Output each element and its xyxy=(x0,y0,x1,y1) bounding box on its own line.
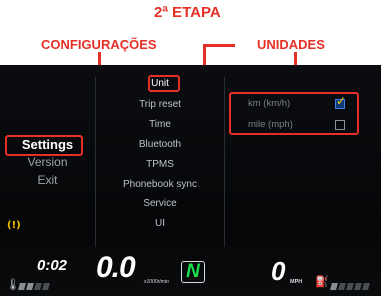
unidades-annotation: UNIDADES xyxy=(257,37,325,52)
clock-time: 0:02 xyxy=(37,257,68,274)
rpm-unit: x1000r/min xyxy=(144,279,169,285)
menu-divider-right xyxy=(224,77,225,247)
settings-item-bluetooth[interactable]: Bluetooth xyxy=(96,139,224,150)
warning-icon: (!) xyxy=(7,220,21,231)
settings-item-phonebook-sync[interactable]: Phonebook sync xyxy=(96,179,224,190)
menu-item-version[interactable]: Version xyxy=(0,155,95,169)
dashboard-screen: Settings Version Exit Unit Trip reset Ti… xyxy=(0,65,381,296)
settings-item-tpms[interactable]: TPMS xyxy=(96,159,224,170)
fuel-level-bars xyxy=(330,283,370,290)
highlight-unit-options xyxy=(229,92,359,135)
fuel-bar xyxy=(346,283,354,290)
step-annotation: 2ª ETAPA xyxy=(154,4,221,21)
gear-indicator: N xyxy=(181,261,205,283)
fuel-bar xyxy=(338,283,346,290)
fuel-bar xyxy=(362,283,370,290)
temperature-bar xyxy=(18,283,26,290)
settings-item-service[interactable]: Service xyxy=(96,198,224,209)
configuracoes-annotation: CONFIGURAÇÕES xyxy=(41,37,157,52)
fuel-pump-icon: ⛽ xyxy=(315,275,329,288)
temperature-bar xyxy=(26,283,34,290)
step-connector-line xyxy=(203,44,235,47)
menu-item-exit[interactable]: Exit xyxy=(0,173,95,187)
settings-item-ui[interactable]: UI xyxy=(96,218,224,229)
highlight-settings xyxy=(5,135,83,156)
temperature-bar xyxy=(34,283,42,290)
highlight-unit xyxy=(148,75,180,92)
fuel-bar xyxy=(330,283,338,290)
rpm-readout: 0.0 xyxy=(96,251,136,284)
temperature-bar xyxy=(42,283,50,290)
settings-item-time[interactable]: Time xyxy=(96,119,224,130)
fuel-bar xyxy=(354,283,362,290)
settings-item-trip-reset[interactable]: Trip reset xyxy=(96,99,224,110)
speed-unit: MPH xyxy=(290,279,303,285)
speed-readout: 0 xyxy=(271,256,286,286)
temperature-level-bars xyxy=(18,283,50,290)
